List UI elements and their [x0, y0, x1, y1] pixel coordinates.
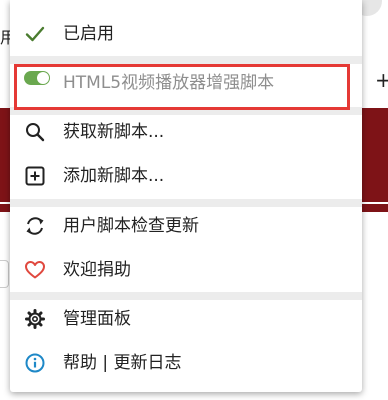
toggle-knob [37, 72, 49, 84]
search-icon [24, 121, 46, 143]
gear-icon [24, 308, 46, 330]
page-input-edge [0, 260, 9, 288]
check-icon [24, 23, 46, 45]
donate-label: 欢迎捐助 [63, 260, 131, 280]
script-item[interactable]: HTML5视频播放器增强脚本 [10, 61, 362, 105]
dashboard-item[interactable]: 管理面板 [10, 297, 362, 341]
page-plus-glyph: + [375, 68, 388, 92]
help-changelog-item[interactable]: 帮助 | 更新日志 [10, 341, 362, 385]
help-changelog-label: 帮助 | 更新日志 [63, 353, 182, 373]
find-new-scripts-item[interactable]: 获取新脚本... [10, 110, 362, 154]
enabled-status-label: 已启用 [63, 24, 114, 44]
refresh-icon [24, 215, 46, 237]
extension-popup-menu: 已启用 HTML5视频播放器增强脚本 获取新脚本... 添加新脚本... 用户脚… [10, 0, 362, 392]
heart-icon [24, 259, 46, 281]
enabled-status-item[interactable]: 已启用 [10, 12, 362, 56]
plus-square-icon [24, 165, 46, 187]
check-updates-item[interactable]: 用户脚本检查更新 [10, 204, 362, 248]
script-toggle[interactable] [24, 71, 50, 85]
add-new-script-label: 添加新脚本... [63, 166, 165, 186]
script-name-label: HTML5视频播放器增强脚本 [63, 73, 275, 93]
info-icon [24, 352, 46, 374]
check-updates-label: 用户脚本检查更新 [63, 216, 199, 236]
donate-item[interactable]: 欢迎捐助 [10, 248, 362, 292]
find-new-scripts-label: 获取新脚本... [63, 122, 165, 142]
dashboard-label: 管理面板 [63, 309, 131, 329]
add-new-script-item[interactable]: 添加新脚本... [10, 154, 362, 198]
